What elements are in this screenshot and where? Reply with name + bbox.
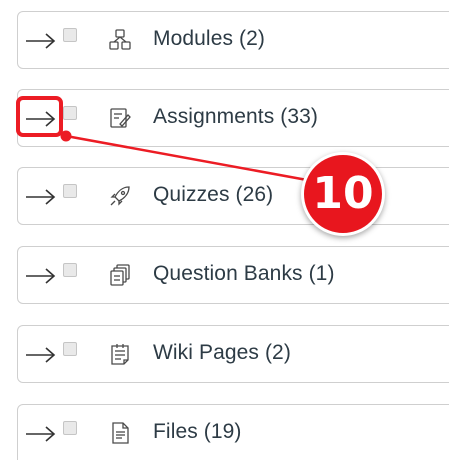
quizzes-label: Quizzes (26) <box>153 183 274 206</box>
quizzes-icon <box>108 184 132 208</box>
content-selection-page: Modules (2) Assignments (33) Quizzes (26… <box>0 0 449 460</box>
files-icon <box>108 421 132 445</box>
expand-arrow-icon[interactable] <box>25 185 57 209</box>
expand-arrow-icon[interactable] <box>25 264 57 288</box>
modules-checkbox[interactable] <box>63 28 77 42</box>
wiki-pages-checkbox[interactable] <box>63 342 77 356</box>
list-item-files: Files (19) <box>17 404 449 460</box>
list-item-assignments: Assignments (33) <box>17 89 449 147</box>
list-item-modules: Modules (2) <box>17 11 449 69</box>
wiki-pages-label: Wiki Pages (2) <box>153 341 291 364</box>
callout-line <box>60 130 319 184</box>
assignments-icon <box>108 106 132 130</box>
expand-arrow-icon[interactable] <box>25 29 57 53</box>
wiki-pages-icon <box>108 342 132 366</box>
question-banks-label: Question Banks (1) <box>153 262 335 285</box>
modules-icon <box>108 28 132 52</box>
quizzes-checkbox[interactable] <box>63 184 77 198</box>
question-banks-checkbox[interactable] <box>63 263 77 277</box>
expand-arrow-icon[interactable] <box>25 422 57 446</box>
expand-arrow-icon[interactable] <box>25 343 57 367</box>
list-item-question-banks: Question Banks (1) <box>17 246 449 304</box>
list-item-wiki-pages: Wiki Pages (2) <box>17 325 449 383</box>
modules-label: Modules (2) <box>153 27 265 50</box>
expand-arrow-icon[interactable] <box>25 107 57 131</box>
assignments-checkbox[interactable] <box>63 106 77 120</box>
assignments-label: Assignments (33) <box>153 105 318 128</box>
files-label: Files (19) <box>153 420 242 443</box>
question-banks-icon <box>108 263 132 287</box>
files-checkbox[interactable] <box>63 421 77 435</box>
step-number-badge: 10 <box>301 152 385 236</box>
